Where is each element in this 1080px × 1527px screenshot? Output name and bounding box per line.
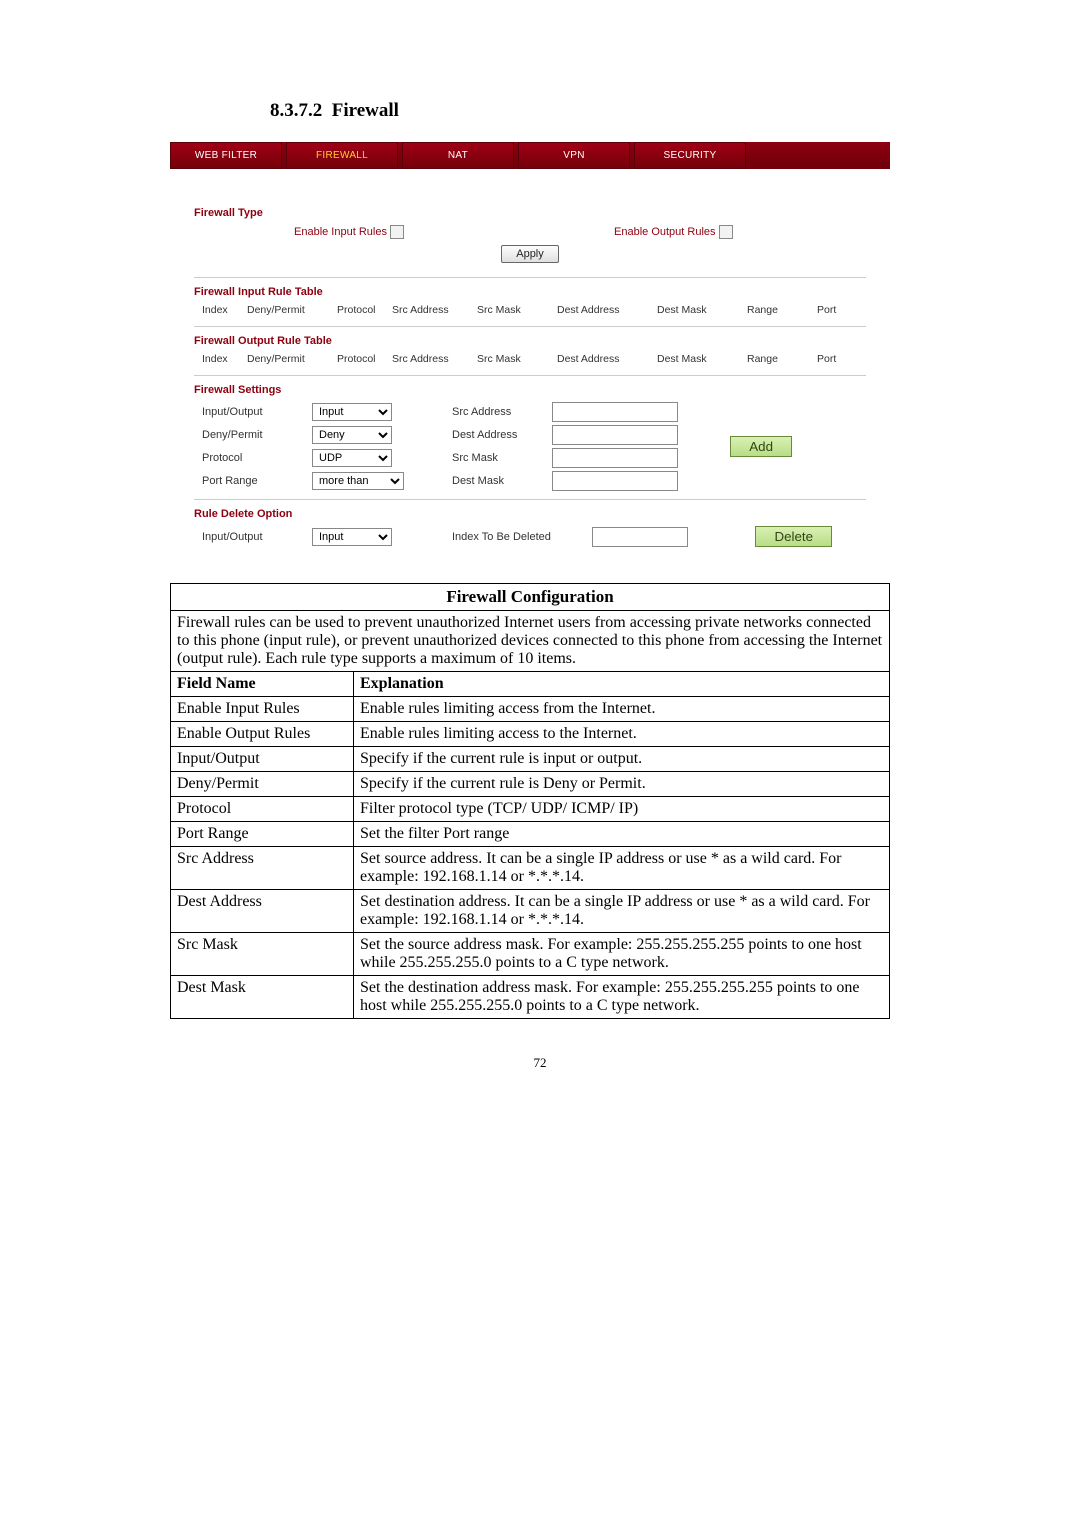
input-index-to-delete[interactable]: [592, 527, 688, 547]
label-input-output: Input/Output: [202, 406, 312, 418]
col-srcaddr: Src Address: [392, 304, 477, 316]
config-table-description: Firewall rules can be used to prevent un…: [171, 611, 890, 672]
col-destmask: Dest Mask: [657, 353, 747, 365]
select-delete-in-out[interactable]: Input: [312, 528, 392, 546]
section-number: 8.3.7.2: [270, 100, 322, 121]
col-destaddr: Dest Address: [557, 353, 657, 365]
output-rule-table-title: Firewall Output Rule Table: [194, 335, 866, 347]
table-row: Port Range: [171, 822, 354, 847]
col-port: Port: [817, 304, 867, 316]
label-dest-mask: Dest Mask: [452, 475, 552, 487]
add-button[interactable]: Add: [730, 436, 792, 457]
tab-nat[interactable]: NAT: [402, 142, 514, 169]
table-row: Set the destination address mask. For ex…: [354, 976, 890, 1019]
config-table-caption: Firewall Configuration: [171, 584, 890, 611]
table-row: Set the source address mask. For example…: [354, 933, 890, 976]
label-index-to-delete: Index To Be Deleted: [452, 531, 592, 543]
table-row: Src Mask: [171, 933, 354, 976]
table-row: Enable rules limiting access to the Inte…: [354, 722, 890, 747]
label-delete-in-out: Input/Output: [202, 531, 312, 543]
label-dest-address: Dest Address: [452, 429, 552, 441]
label-protocol: Protocol: [202, 452, 312, 464]
config-head-field: Field Name: [171, 672, 354, 697]
output-rule-table-header: Index Deny/Permit Protocol Src Address S…: [194, 353, 866, 365]
section-heading: 8.3.7.2 Firewall: [270, 100, 950, 122]
tab-security[interactable]: SECURITY: [634, 142, 746, 169]
col-protocol: Protocol: [337, 304, 392, 316]
table-row: Enable rules limiting access from the In…: [354, 697, 890, 722]
table-row: Enable Input Rules: [171, 697, 354, 722]
firewall-settings-title: Firewall Settings: [194, 384, 866, 396]
input-dest-address[interactable]: [552, 425, 678, 445]
rule-delete-title: Rule Delete Option: [194, 508, 866, 520]
label-port-range: Port Range: [202, 475, 312, 487]
tab-web-filter[interactable]: WEB FILTER: [170, 142, 282, 169]
table-row: Set the filter Port range: [354, 822, 890, 847]
apply-button[interactable]: Apply: [501, 245, 559, 263]
enable-input-rules-label: Enable Input Rules: [294, 226, 387, 238]
delete-button[interactable]: Delete: [755, 526, 832, 547]
input-src-address[interactable]: [552, 402, 678, 422]
table-row: Protocol: [171, 797, 354, 822]
col-range: Range: [747, 353, 817, 365]
label-src-mask: Src Mask: [452, 452, 552, 464]
col-destaddr: Dest Address: [557, 304, 657, 316]
col-port: Port: [817, 353, 867, 365]
table-row: Set destination address. It can be a sin…: [354, 890, 890, 933]
table-row: Deny/Permit: [171, 772, 354, 797]
enable-output-rules-checkbox[interactable]: [719, 225, 733, 239]
table-row: Enable Output Rules: [171, 722, 354, 747]
col-destmask: Dest Mask: [657, 304, 747, 316]
input-src-mask[interactable]: [552, 448, 678, 468]
table-row: Dest Mask: [171, 976, 354, 1019]
select-protocol[interactable]: UDP: [312, 449, 392, 467]
firewall-config-table: Firewall Configuration Firewall rules ca…: [170, 583, 890, 1019]
select-deny-permit[interactable]: Deny: [312, 426, 392, 444]
col-srcmask: Src Mask: [477, 304, 557, 316]
col-denypermit: Deny/Permit: [247, 353, 337, 365]
col-protocol: Protocol: [337, 353, 392, 365]
firewall-ui-screenshot: WEB FILTER FIREWALL NAT VPN SECURITY Fir…: [170, 142, 890, 565]
table-row: Dest Address: [171, 890, 354, 933]
select-port-range[interactable]: more than: [312, 472, 404, 490]
firewall-type-title: Firewall Type: [194, 207, 866, 219]
col-index: Index: [202, 304, 247, 316]
select-input-output[interactable]: Input: [312, 403, 392, 421]
page-number: 72: [130, 1055, 950, 1071]
col-srcmask: Src Mask: [477, 353, 557, 365]
label-src-address: Src Address: [452, 406, 552, 418]
section-title: Firewall: [332, 100, 399, 121]
table-row: Input/Output: [171, 747, 354, 772]
tab-vpn[interactable]: VPN: [518, 142, 630, 169]
table-row: Specify if the current rule is Deny or P…: [354, 772, 890, 797]
col-srcaddr: Src Address: [392, 353, 477, 365]
col-range: Range: [747, 304, 817, 316]
label-deny-permit: Deny/Permit: [202, 429, 312, 441]
config-head-explanation: Explanation: [354, 672, 890, 697]
tab-bar: WEB FILTER FIREWALL NAT VPN SECURITY: [170, 142, 890, 169]
table-row: Set source address. It can be a single I…: [354, 847, 890, 890]
input-dest-mask[interactable]: [552, 471, 678, 491]
col-denypermit: Deny/Permit: [247, 304, 337, 316]
firewall-settings-grid: Input/Output Input Src Address Add Deny/…: [194, 402, 866, 491]
input-rule-table-title: Firewall Input Rule Table: [194, 286, 866, 298]
enable-input-rules-checkbox[interactable]: [390, 225, 404, 239]
enable-output-rules-label: Enable Output Rules: [614, 226, 716, 238]
table-row: Src Address: [171, 847, 354, 890]
table-row: Specify if the current rule is input or …: [354, 747, 890, 772]
col-index: Index: [202, 353, 247, 365]
table-row: Filter protocol type (TCP/ UDP/ ICMP/ IP…: [354, 797, 890, 822]
tab-firewall[interactable]: FIREWALL: [286, 142, 398, 169]
input-rule-table-header: Index Deny/Permit Protocol Src Address S…: [194, 304, 866, 316]
